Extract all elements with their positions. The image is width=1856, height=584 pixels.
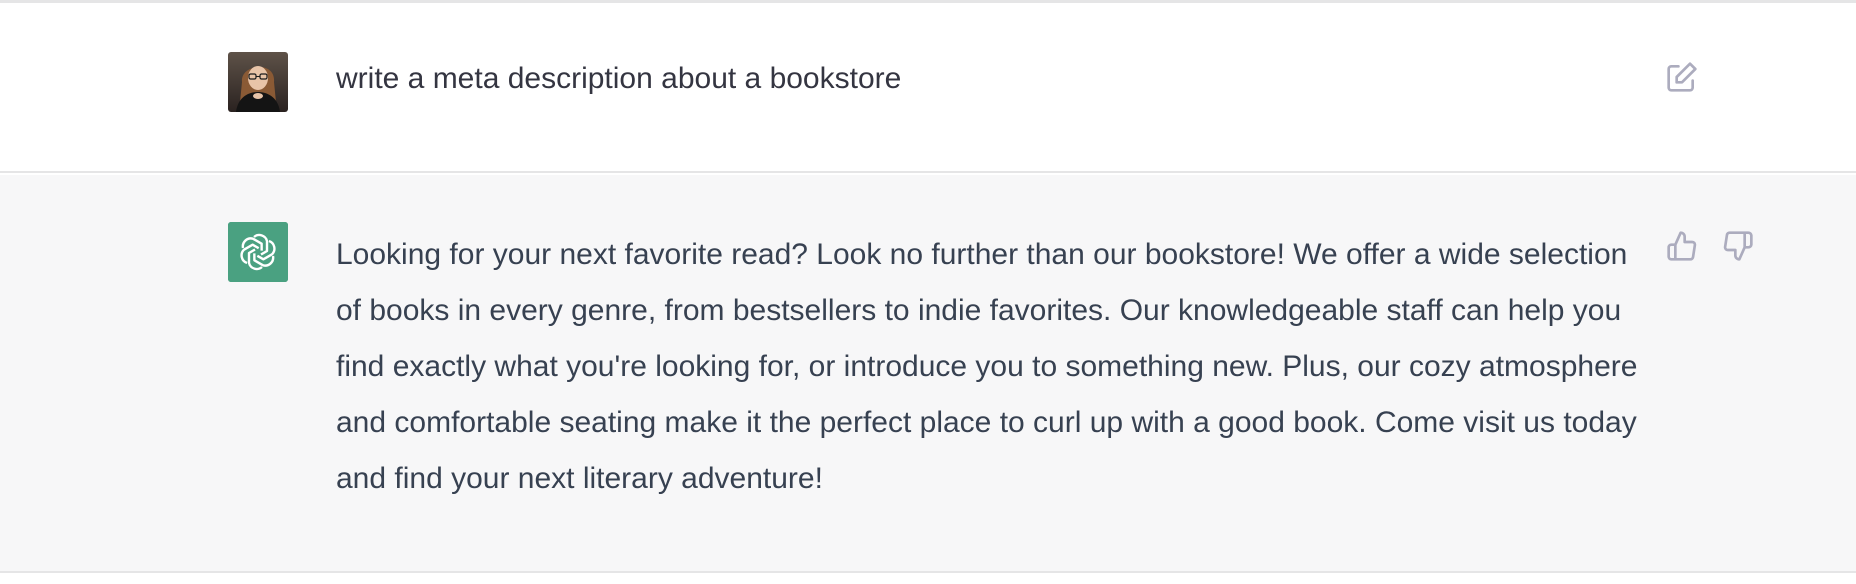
user-photo-icon [228,52,288,112]
user-avatar [228,52,288,112]
user-message-text: write a meta description about a booksto… [336,62,902,95]
edit-icon [1667,62,1697,92]
thumbs-down-icon [1723,231,1753,261]
bottom-area [0,575,1856,584]
user-message-row: write a meta description about a booksto… [0,3,1856,173]
thumbs-up-icon [1667,231,1697,261]
thumbs-up-button[interactable] [1664,228,1700,264]
assistant-message-text: Looking for your next favorite read? Loo… [336,238,1638,495]
openai-logo-icon [228,222,288,282]
assistant-avatar [228,222,288,282]
assistant-message-row: Looking for your next favorite read? Loo… [0,175,1856,573]
edit-message-button[interactable] [1664,59,1700,95]
thumbs-down-button[interactable] [1720,228,1756,264]
